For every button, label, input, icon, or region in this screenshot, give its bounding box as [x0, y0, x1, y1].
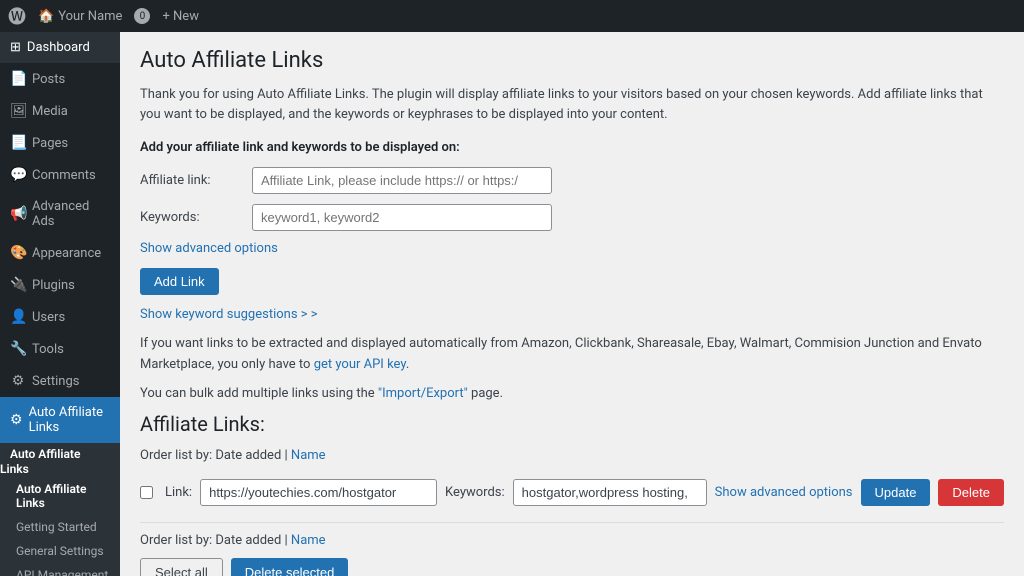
page-title: Auto Affiliate Links	[140, 48, 1004, 73]
sidebar-item-posts[interactable]: 📄 Posts	[0, 63, 120, 95]
submenu-item-getting-started[interactable]: Getting Started	[0, 515, 120, 539]
settings-icon: ⚙	[10, 373, 26, 389]
sidebar-item-comments[interactable]: 💬 Comments	[0, 159, 120, 191]
select-all-button[interactable]: Select all	[140, 558, 223, 576]
info-text-amazon: If you want links to be extracted and di…	[140, 334, 1004, 376]
auto-affiliate-links-icon: ⚙	[10, 412, 23, 428]
show-keyword-suggestions-link[interactable]: Show keyword suggestions > >	[140, 307, 318, 322]
submenu-item-general-settings[interactable]: General Settings	[0, 539, 120, 563]
add-section-label: Add your affiliate link and keywords to …	[140, 140, 1004, 155]
media-icon: 🖼	[10, 103, 26, 119]
sidebar-item-plugins[interactable]: 🔌 Plugins	[0, 269, 120, 301]
sidebar: ⊞ Dashboard 📄 Posts 🖼 Media 📃 Pages 💬 Co…	[0, 32, 120, 576]
intro-text: Thank you for using Auto Affiliate Links…	[140, 85, 1004, 124]
submenu-item-api-management[interactable]: API Management	[0, 563, 120, 576]
sidebar-item-auto-affiliate-links[interactable]: ⚙ Auto Affiliate Links	[0, 397, 120, 443]
keywords-label: Keywords:	[140, 210, 240, 225]
users-icon: 👤	[10, 309, 26, 325]
top-bar: 🅦 🏠 Your Name 0 + New	[0, 0, 1024, 32]
update-button-1[interactable]: Update	[861, 479, 931, 506]
sidebar-item-users[interactable]: 👤 Users	[0, 301, 120, 333]
show-advanced-options-link[interactable]: Show advanced options	[140, 241, 278, 256]
posts-icon: 📄	[10, 71, 26, 87]
affiliate-link-input[interactable]	[252, 167, 552, 194]
sidebar-item-media[interactable]: 🖼 Media	[0, 95, 120, 127]
link-checkbox-1[interactable]	[140, 486, 153, 499]
site-name[interactable]: 🏠 Your Name	[38, 9, 122, 24]
link-url-input-1[interactable]	[200, 479, 437, 506]
link-show-advanced-link-1[interactable]: Show advanced options	[715, 485, 853, 500]
affiliate-links-title: Affiliate Links:	[140, 412, 1004, 436]
keywords-row: Keywords:	[140, 204, 1004, 231]
get-api-key-link[interactable]: get your API key	[314, 357, 406, 372]
affiliate-link-label: Affiliate link:	[140, 173, 240, 188]
add-link-button[interactable]: Add Link	[140, 268, 219, 295]
sidebar-item-appearance[interactable]: 🎨 Appearance	[0, 237, 120, 269]
order-bar-2: Order list by: Date added | Name	[140, 533, 1004, 548]
main-content: Auto Affiliate Links Thank you for using…	[120, 32, 1024, 576]
info-text-import: You can bulk add multiple links using th…	[140, 384, 1004, 405]
appearance-icon: 🎨	[10, 245, 26, 261]
divider	[140, 522, 1004, 523]
import-export-link[interactable]: "Import/Export"	[378, 386, 468, 401]
bulk-actions-bar: Select all Delete selected	[140, 558, 1004, 576]
order-by-name-link-1[interactable]: Name	[291, 448, 326, 463]
link-keywords-input-1[interactable]	[513, 479, 707, 506]
advanced-ads-icon: 📢	[10, 206, 26, 222]
tools-icon: 🔧	[10, 341, 26, 357]
sidebar-item-advanced-ads[interactable]: 📢 Advanced Ads	[0, 191, 120, 237]
keywords-input[interactable]	[252, 204, 552, 231]
dashboard-icon: ⊞	[10, 40, 21, 55]
comments-icon: 💬	[10, 167, 26, 183]
sidebar-item-settings[interactable]: ⚙ Settings	[0, 365, 120, 397]
sidebar-item-pages[interactable]: 📃 Pages	[0, 127, 120, 159]
plugins-icon: 🔌	[10, 277, 26, 293]
sidebar-item-dashboard[interactable]: ⊞ Dashboard	[0, 32, 120, 63]
comment-count-badge: 0	[134, 8, 150, 24]
wordpress-logo-icon: 🅦	[8, 3, 26, 29]
pages-icon: 📃	[10, 135, 26, 151]
affiliate-link-row: Affiliate link:	[140, 167, 1004, 194]
delete-selected-button[interactable]: Delete selected	[231, 558, 349, 576]
submenu-item-auto-affiliate-links[interactable]: Auto Affiliate Links	[0, 477, 120, 515]
new-content-button[interactable]: + New	[162, 9, 199, 24]
comments-link[interactable]: 0	[134, 8, 150, 24]
delete-button-1[interactable]: Delete	[938, 479, 1004, 506]
order-bar-1: Order list by: Date added | Name	[140, 448, 1004, 463]
submenu-header[interactable]: Auto Affiliate Links	[0, 442, 80, 481]
link-row-1: Link: Keywords: Show advanced options Up…	[140, 473, 1004, 512]
submenu: Auto Affiliate Links Auto Affiliate Link…	[0, 443, 120, 576]
sidebar-item-tools[interactable]: 🔧 Tools	[0, 333, 120, 365]
order-by-name-link-2[interactable]: Name	[291, 533, 326, 548]
home-icon: 🏠	[38, 9, 54, 24]
